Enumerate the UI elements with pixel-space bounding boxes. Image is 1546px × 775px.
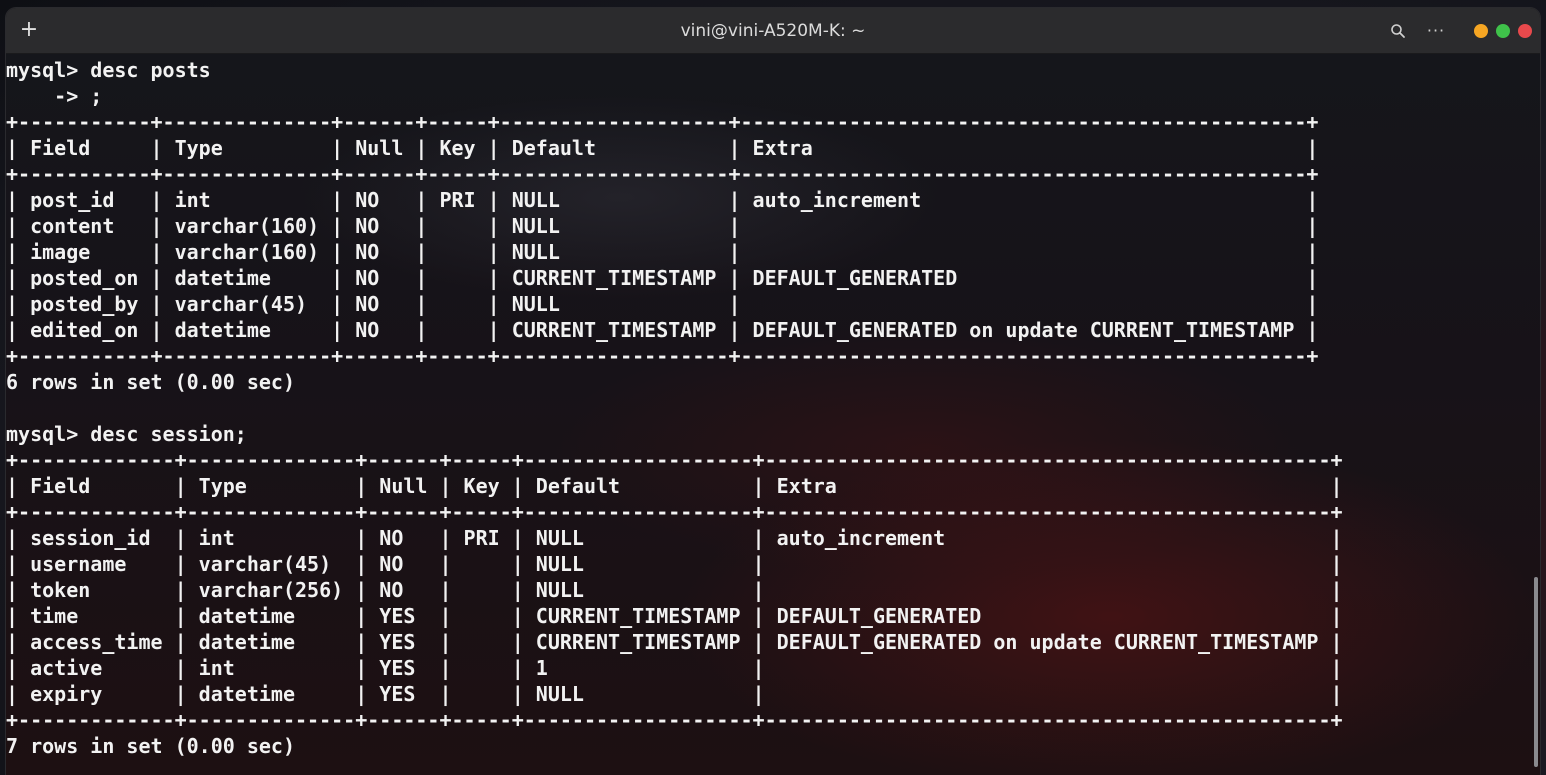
menu-button[interactable]: ···: [1424, 19, 1448, 43]
terminal-line: | expiry | datetime | YES | | NULL | |: [6, 682, 1343, 706]
terminal-line: 6 rows in set (0.00 sec): [6, 370, 295, 394]
terminal-line: | Field | Type | Null | Key | Default | …: [6, 474, 1343, 498]
maximize-button[interactable]: [1496, 23, 1510, 38]
terminal-line: | access_time | datetime | YES | | CURRE…: [6, 630, 1343, 654]
terminal-window: + vini@vini-A520M-K: ~ ··· mysql> desc p…: [6, 8, 1540, 775]
title-bar: + vini@vini-A520M-K: ~ ···: [6, 8, 1540, 54]
terminal-line: +-------------+--------------+------+---…: [6, 708, 1343, 732]
terminal-line: +-----------+--------------+------+-----…: [6, 162, 1319, 186]
terminal-line: -> ;: [6, 84, 103, 108]
search-button[interactable]: [1386, 19, 1410, 43]
terminal-line: | post_id | int | NO | PRI | NULL | auto…: [6, 188, 1319, 212]
terminal-line: | username | varchar(45) | NO | | NULL |…: [6, 552, 1343, 576]
title-bar-controls: ···: [1386, 8, 1532, 53]
terminal-line: | posted_by | varchar(45) | NO | | NULL …: [6, 292, 1319, 316]
terminal-line: | image | varchar(160) | NO | | NULL | |: [6, 240, 1319, 264]
terminal-line: +-------------+--------------+------+---…: [6, 448, 1343, 472]
terminal-line: +-----------+--------------+------+-----…: [6, 110, 1319, 134]
close-button[interactable]: [1518, 23, 1532, 38]
terminal-text: mysql> desc posts -> ; +-----------+-----…: [6, 57, 1524, 759]
terminal-line: | Field | Type | Null | Key | Default | …: [6, 136, 1319, 160]
new-tab-button[interactable]: +: [16, 17, 42, 43]
terminal-line: | content | varchar(160) | NO | | NULL |…: [6, 214, 1319, 238]
window-title: vini@vini-A520M-K: ~: [680, 20, 866, 41]
terminal-line: | time | datetime | YES | | CURRENT_TIME…: [6, 604, 1343, 628]
terminal-line: mysql> desc session;: [6, 422, 247, 446]
minimize-button[interactable]: [1474, 23, 1488, 38]
plus-icon: +: [19, 17, 39, 42]
terminal-line: +-------------+--------------+------+---…: [6, 500, 1343, 524]
window-controls: [1474, 23, 1532, 38]
terminal-line: | edited_on | datetime | NO | | CURRENT_…: [6, 318, 1319, 342]
terminal-line: 7 rows in set (0.00 sec): [6, 734, 295, 758]
terminal-line: +-----------+--------------+------+-----…: [6, 344, 1319, 368]
terminal-scrollbar[interactable]: [1534, 577, 1538, 767]
terminal-line: | token | varchar(256) | NO | | NULL | |: [6, 578, 1343, 602]
terminal-line: | session_id | int | NO | PRI | NULL | a…: [6, 526, 1343, 550]
terminal-line: | active | int | YES | | 1 | |: [6, 656, 1343, 680]
terminal-line: | posted_on | datetime | NO | | CURRENT_…: [6, 266, 1319, 290]
terminal-line: mysql> desc posts: [6, 58, 211, 82]
terminal-output[interactable]: mysql> desc posts -> ; +-----------+-----…: [6, 55, 1524, 775]
search-icon: [1391, 23, 1405, 38]
menu-dots-icon: ···: [1426, 21, 1446, 40]
